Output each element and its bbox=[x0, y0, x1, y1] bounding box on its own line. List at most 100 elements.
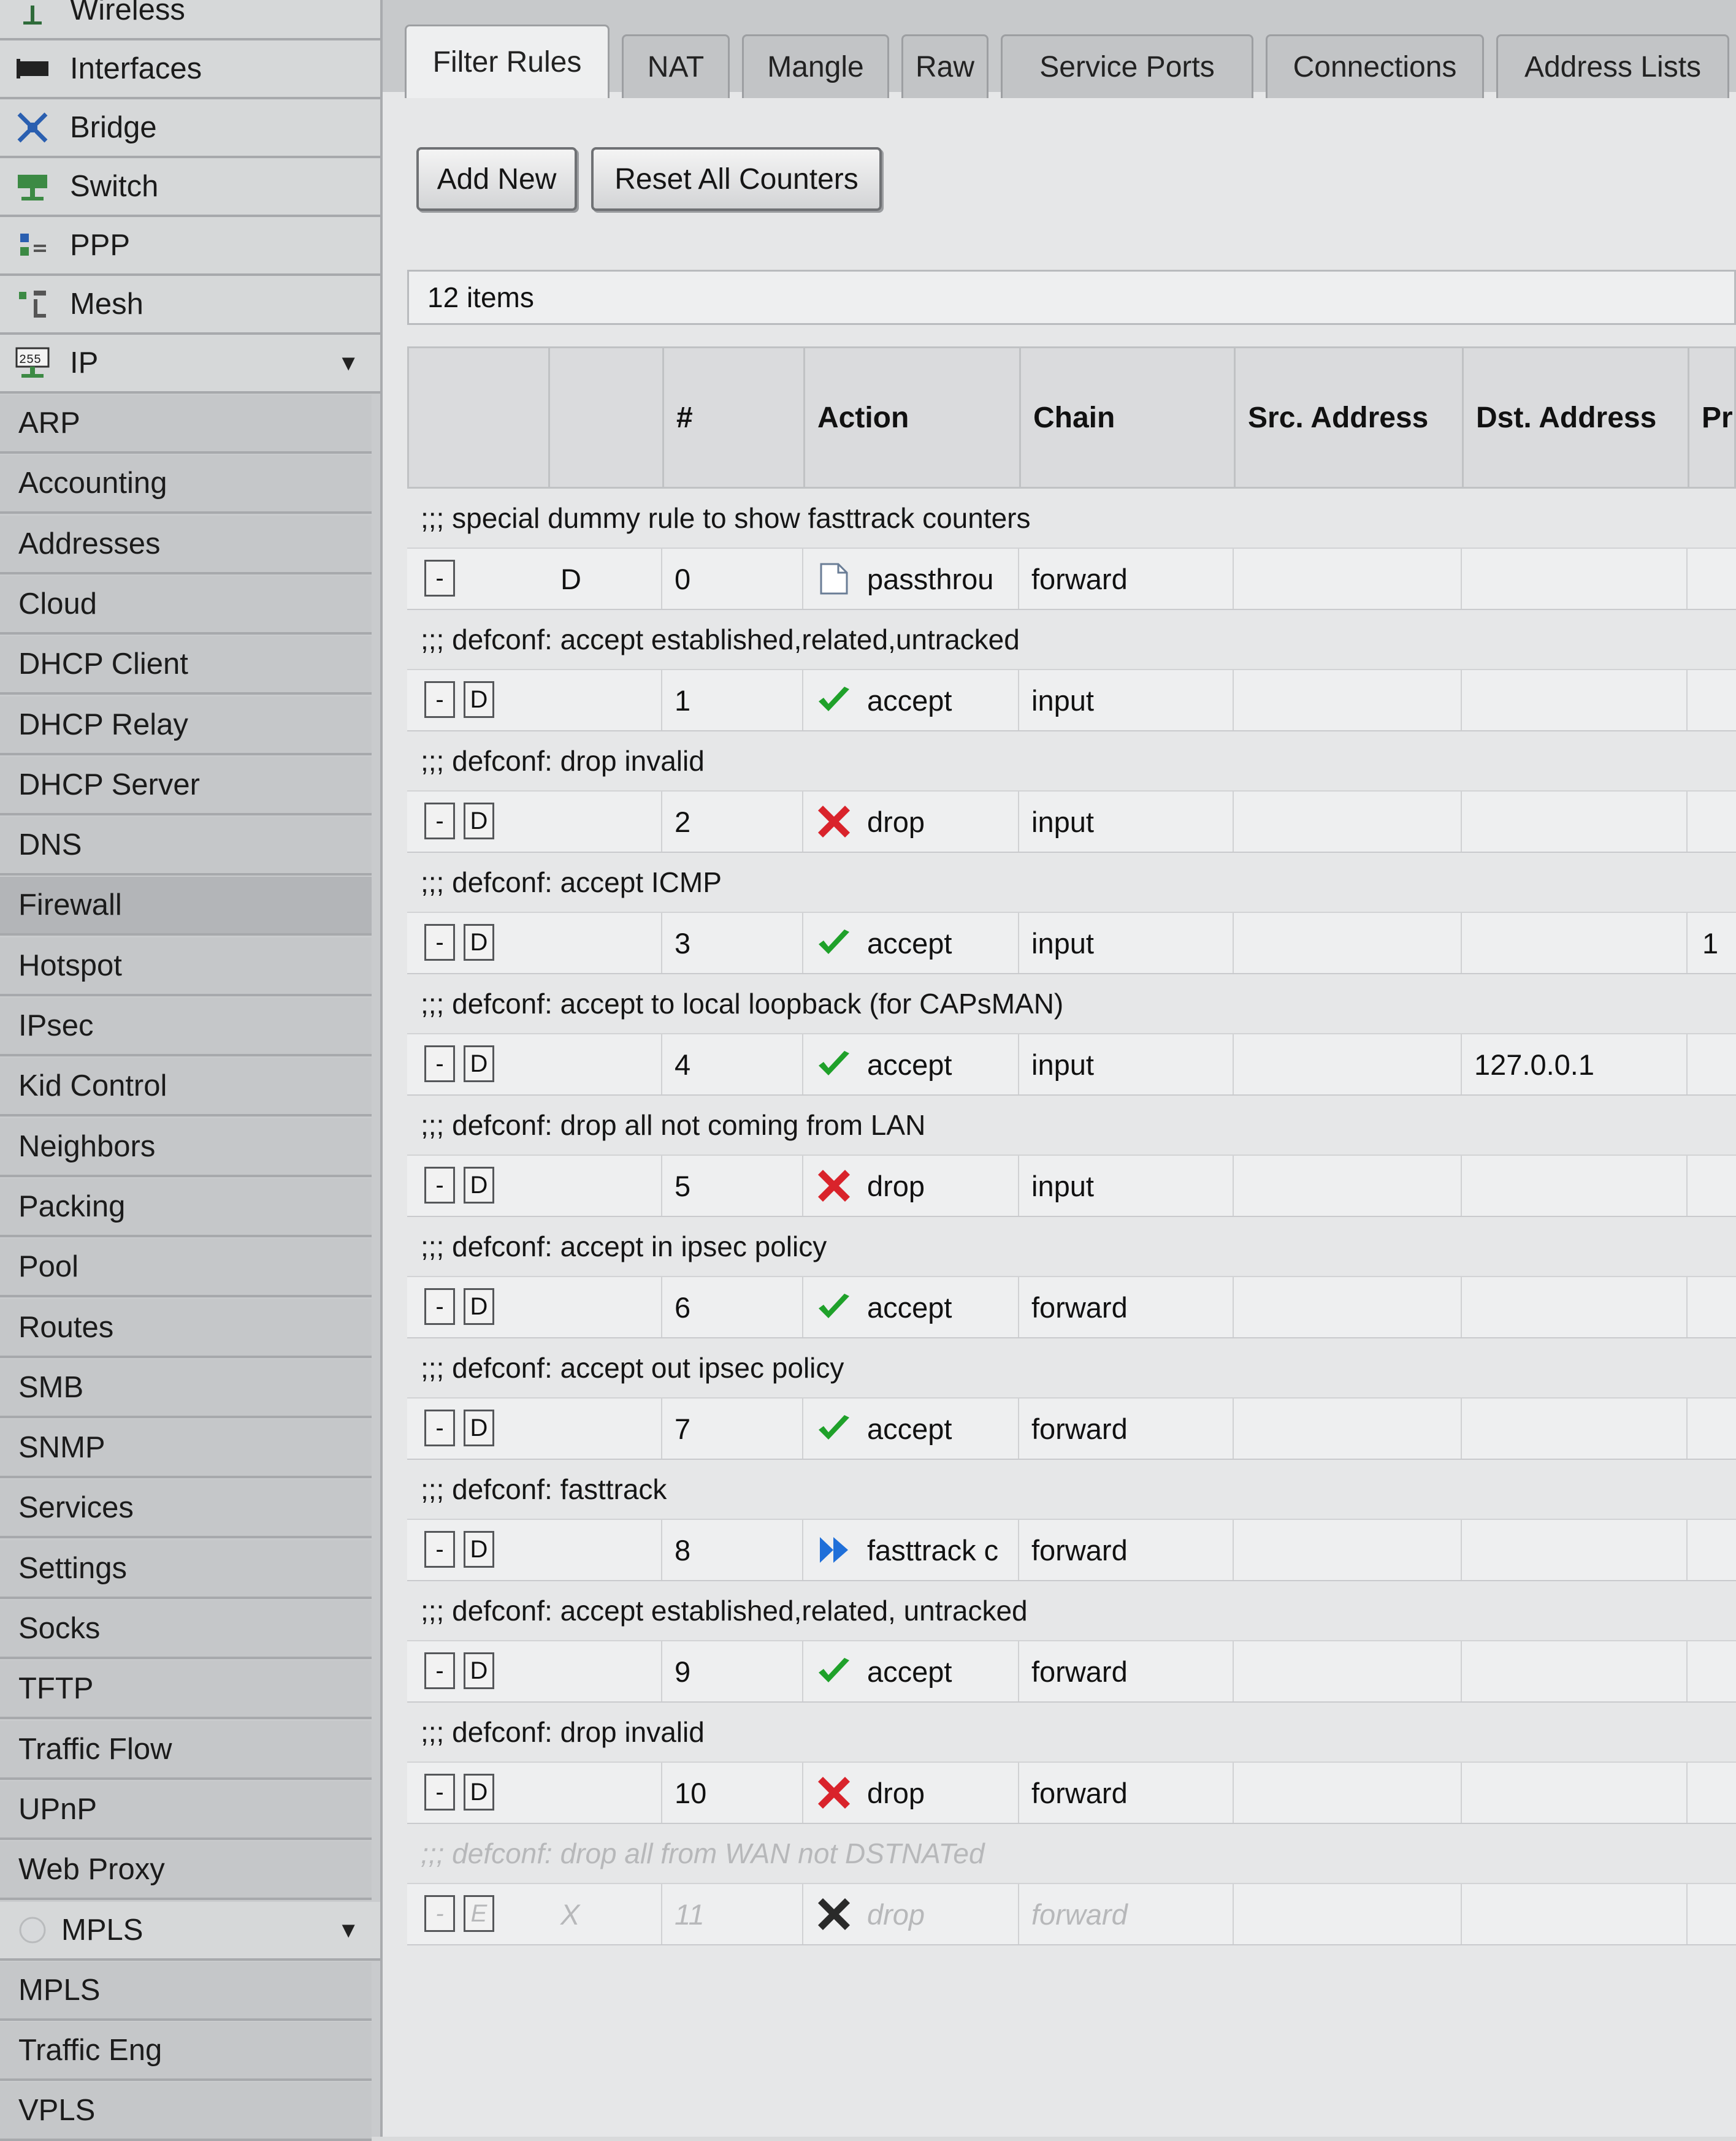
tab-connections[interactable]: Connections bbox=[1266, 34, 1484, 98]
tab-address-lists[interactable]: Address Lists bbox=[1496, 34, 1729, 98]
expand-arrow-icon[interactable]: ▼ bbox=[337, 350, 359, 376]
table-row[interactable]: - D 7 accept forward bbox=[407, 1399, 1736, 1460]
table-row[interactable]: - D 5 drop input bbox=[407, 1156, 1736, 1217]
sidebar-item-dhcp-client[interactable]: DHCP Client bbox=[0, 636, 372, 695]
tab-mangle[interactable]: Mangle bbox=[742, 34, 889, 98]
tab-filter-rules[interactable]: Filter Rules bbox=[405, 25, 610, 98]
sidebar-item-bridge[interactable]: Bridge bbox=[0, 99, 380, 158]
rule-action[interactable]: passthrou bbox=[803, 549, 1019, 609]
reset-all-counters-button[interactable]: Reset All Counters bbox=[591, 147, 882, 211]
column-header-pr[interactable]: Pr bbox=[1689, 348, 1736, 487]
sidebar-item-kid-control[interactable]: Kid Control bbox=[0, 1058, 372, 1117]
column-header-blank-0[interactable] bbox=[409, 348, 550, 487]
column-header-dst-address[interactable]: Dst. Address bbox=[1464, 348, 1689, 487]
table-row[interactable]: - D 8 fasttrack c forward bbox=[407, 1520, 1736, 1581]
sidebar-item-traffic-flow[interactable]: Traffic Flow bbox=[0, 1720, 372, 1780]
collapse-button[interactable]: - bbox=[424, 1167, 455, 1204]
sidebar-item-mpls-group[interactable]: MPLS ▼ bbox=[0, 1901, 380, 1961]
toggle-disable-button[interactable]: D bbox=[464, 1410, 494, 1446]
sidebar-item-arp[interactable]: ARP bbox=[0, 395, 372, 454]
sidebar-item-smb[interactable]: SMB bbox=[0, 1359, 372, 1418]
expand-arrow-icon[interactable]: ▼ bbox=[337, 1917, 359, 1943]
collapse-button[interactable]: - bbox=[424, 1410, 455, 1446]
sidebar-item-vpls[interactable]: VPLS bbox=[0, 2082, 372, 2141]
sidebar-item-settings[interactable]: Settings bbox=[0, 1540, 372, 1599]
rule-action[interactable]: accept bbox=[803, 913, 1019, 973]
toggle-disable-button[interactable]: D bbox=[464, 1652, 494, 1689]
sidebar-item-ip[interactable]: 255 IP ▼ bbox=[0, 335, 380, 394]
sidebar-item-neighbors[interactable]: Neighbors bbox=[0, 1118, 372, 1177]
sidebar-item-services[interactable]: Services bbox=[0, 1479, 372, 1539]
sidebar-item-dhcp-relay[interactable]: DHCP Relay bbox=[0, 696, 372, 755]
collapse-button[interactable]: - bbox=[424, 1895, 455, 1932]
sidebar-item-switch[interactable]: Switch bbox=[0, 158, 380, 217]
toggle-disable-button[interactable]: D bbox=[464, 1045, 494, 1082]
sidebar-item-interfaces[interactable]: Interfaces bbox=[0, 40, 380, 99]
sidebar-item-ipsec[interactable]: IPsec bbox=[0, 998, 372, 1056]
sidebar-item-upnp[interactable]: UPnP bbox=[0, 1780, 372, 1840]
sidebar-item-accounting[interactable]: Accounting bbox=[0, 455, 372, 514]
collapse-button[interactable]: - bbox=[424, 1652, 455, 1689]
column-header-chain[interactable]: Chain bbox=[1021, 348, 1236, 487]
column-header-blank-1[interactable] bbox=[550, 348, 664, 487]
sidebar-item-socks[interactable]: Socks bbox=[0, 1600, 372, 1659]
sidebar-item-dhcp-server[interactable]: DHCP Server bbox=[0, 756, 372, 815]
rule-action[interactable]: accept bbox=[803, 1034, 1019, 1094]
collapse-button[interactable]: - bbox=[424, 1045, 455, 1082]
toggle-disable-button[interactable]: D bbox=[464, 924, 494, 961]
tab-service-ports[interactable]: Service Ports bbox=[1001, 34, 1253, 98]
tab-nat[interactable]: NAT bbox=[622, 34, 730, 98]
rule-action[interactable]: drop bbox=[803, 1156, 1019, 1216]
column-header-src-address[interactable]: Src. Address bbox=[1236, 348, 1464, 487]
sidebar-item-traffic-eng[interactable]: Traffic Eng bbox=[0, 2021, 372, 2081]
sidebar-item-wireless[interactable]: Wireless bbox=[0, 0, 380, 40]
table-row[interactable]: - D 9 accept forward bbox=[407, 1641, 1736, 1703]
sidebar-item-cloud[interactable]: Cloud bbox=[0, 575, 372, 635]
sidebar-item-firewall[interactable]: Firewall bbox=[0, 877, 372, 936]
sidebar-item-pool[interactable]: Pool bbox=[0, 1238, 372, 1298]
toggle-disable-button[interactable]: D bbox=[464, 681, 494, 718]
collapse-button[interactable]: - bbox=[424, 1288, 455, 1325]
toggle-enable-button[interactable]: E bbox=[464, 1895, 494, 1932]
rule-action[interactable]: drop bbox=[803, 1763, 1019, 1823]
collapse-button[interactable]: - bbox=[424, 803, 455, 839]
rule-action[interactable]: accept bbox=[803, 670, 1019, 730]
toggle-disable-button[interactable]: D bbox=[464, 1167, 494, 1204]
toggle-disable-button[interactable]: D bbox=[464, 1531, 494, 1568]
column-header-number[interactable]: # bbox=[664, 348, 805, 487]
toggle-disable-button[interactable]: D bbox=[464, 1288, 494, 1325]
rule-action[interactable]: fasttrack c bbox=[803, 1520, 1019, 1580]
table-row[interactable]: - D 1 accept input bbox=[407, 670, 1736, 731]
table-row[interactable]: - D 6 accept forward bbox=[407, 1277, 1736, 1338]
sidebar-item-addresses[interactable]: Addresses bbox=[0, 515, 372, 574]
collapse-button[interactable]: - bbox=[424, 681, 455, 718]
toggle-disable-button[interactable]: D bbox=[464, 803, 494, 839]
collapse-button[interactable]: - bbox=[424, 560, 455, 597]
sidebar-item-web-proxy[interactable]: Web Proxy bbox=[0, 1841, 372, 1901]
table-row[interactable]: - D 2 drop input bbox=[407, 792, 1736, 853]
sidebar-item-tftp[interactable]: TFTP bbox=[0, 1660, 372, 1720]
sidebar-item-snmp[interactable]: SNMP bbox=[0, 1419, 372, 1479]
rule-action[interactable]: drop bbox=[803, 792, 1019, 852]
table-row[interactable]: - D 3 accept input 1 bbox=[407, 913, 1736, 974]
toggle-disable-button[interactable]: D bbox=[464, 1774, 494, 1811]
sidebar-item-mpls[interactable]: MPLS bbox=[0, 1961, 372, 2021]
table-row[interactable]: - D 4 accept input 127.0.0.1 bbox=[407, 1034, 1736, 1096]
collapse-button[interactable]: - bbox=[424, 1531, 455, 1568]
rule-action[interactable]: accept bbox=[803, 1399, 1019, 1459]
sidebar-item-hotspot[interactable]: Hotspot bbox=[0, 937, 372, 996]
collapse-button[interactable]: - bbox=[424, 924, 455, 961]
column-header-action[interactable]: Action bbox=[805, 348, 1021, 487]
table-row[interactable]: - D 10 drop forward bbox=[407, 1763, 1736, 1824]
table-row[interactable]: - E X 11 drop forward bbox=[407, 1884, 1736, 1945]
add-new-button[interactable]: Add New bbox=[416, 147, 577, 211]
rule-action[interactable]: accept bbox=[803, 1641, 1019, 1701]
rule-action[interactable]: drop bbox=[803, 1884, 1019, 1944]
tab-raw[interactable]: Raw bbox=[901, 34, 988, 98]
collapse-button[interactable]: - bbox=[424, 1774, 455, 1811]
sidebar-item-mesh[interactable]: Mesh bbox=[0, 276, 380, 335]
sidebar-item-dns[interactable]: DNS bbox=[0, 817, 372, 876]
sidebar-item-routes[interactable]: Routes bbox=[0, 1299, 372, 1358]
sidebar-item-ppp[interactable]: PPP bbox=[0, 217, 380, 276]
sidebar-item-packing[interactable]: Packing bbox=[0, 1178, 372, 1237]
